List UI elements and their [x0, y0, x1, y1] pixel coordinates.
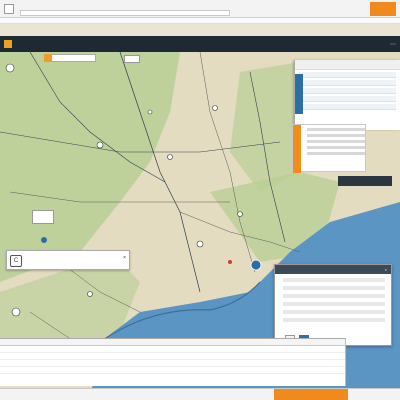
- orange-panel-accent: [293, 125, 301, 173]
- map-city-marker: [147, 109, 153, 115]
- panel-row[interactable]: [299, 104, 396, 110]
- map-city-marker: [167, 154, 173, 160]
- dialog-line: [283, 302, 385, 306]
- map-city-marker: [11, 307, 21, 317]
- table-header-row: [0, 339, 345, 346]
- panel-line: [307, 140, 365, 143]
- panel-line: [307, 128, 365, 131]
- route-icon: C: [10, 255, 22, 267]
- close-icon[interactable]: ×: [123, 255, 126, 261]
- panel-accent-bar: [295, 74, 303, 114]
- map-nav-bar: [0, 36, 400, 52]
- map-city-marker: [212, 105, 218, 111]
- results-table: [0, 338, 346, 386]
- status-orange-button[interactable]: [274, 389, 348, 400]
- map-location-pin: [250, 259, 262, 271]
- details-dialog: ×: [274, 264, 392, 346]
- nav-right-button[interactable]: [390, 43, 396, 45]
- small-map-card[interactable]: [32, 210, 54, 224]
- orange-info-panel: [292, 124, 366, 173]
- dialog-line: [283, 278, 385, 282]
- route-card[interactable]: C ×: [6, 250, 130, 270]
- panel-row[interactable]: [299, 72, 396, 78]
- dialog-line: [283, 286, 385, 290]
- dialog-line: [283, 310, 385, 314]
- dialog-line: [283, 318, 385, 322]
- map-search-icon[interactable]: [44, 54, 52, 62]
- nav-orange-icon[interactable]: [4, 40, 12, 48]
- dialog-line: [283, 294, 385, 298]
- close-icon[interactable]: ×: [385, 265, 387, 274]
- app-logo-icon: [4, 4, 14, 14]
- map-city-marker: [96, 141, 104, 149]
- table-row[interactable]: [0, 367, 345, 374]
- table-row[interactable]: [0, 346, 345, 353]
- browser-tab-strip: [20, 3, 44, 9]
- dialog-title-bar: ×: [275, 265, 391, 274]
- panel-line: [307, 146, 365, 149]
- panel-row[interactable]: [299, 96, 396, 102]
- map-city-marker: [87, 291, 93, 297]
- table-row[interactable]: [0, 353, 345, 360]
- map-blue-pin: [41, 237, 47, 243]
- panel-row[interactable]: [299, 80, 396, 86]
- secondary-toolbar: [0, 18, 400, 24]
- map-city-marker: [5, 63, 15, 73]
- panel-row[interactable]: [299, 88, 396, 94]
- browser-top-bar: [0, 0, 400, 18]
- panel-line: [307, 152, 365, 155]
- map-marker-label[interactable]: [124, 55, 140, 63]
- right-info-panel: [294, 60, 400, 130]
- table-row[interactable]: [0, 360, 345, 367]
- address-bar[interactable]: [20, 10, 230, 16]
- map-city-marker: [237, 211, 243, 217]
- map-city-marker: [196, 240, 204, 248]
- map-chip[interactable]: [338, 176, 392, 186]
- map-red-pin: [228, 260, 232, 264]
- orange-action-button[interactable]: [370, 2, 396, 16]
- panel-line: [307, 134, 365, 137]
- right-panel-header: [295, 60, 400, 70]
